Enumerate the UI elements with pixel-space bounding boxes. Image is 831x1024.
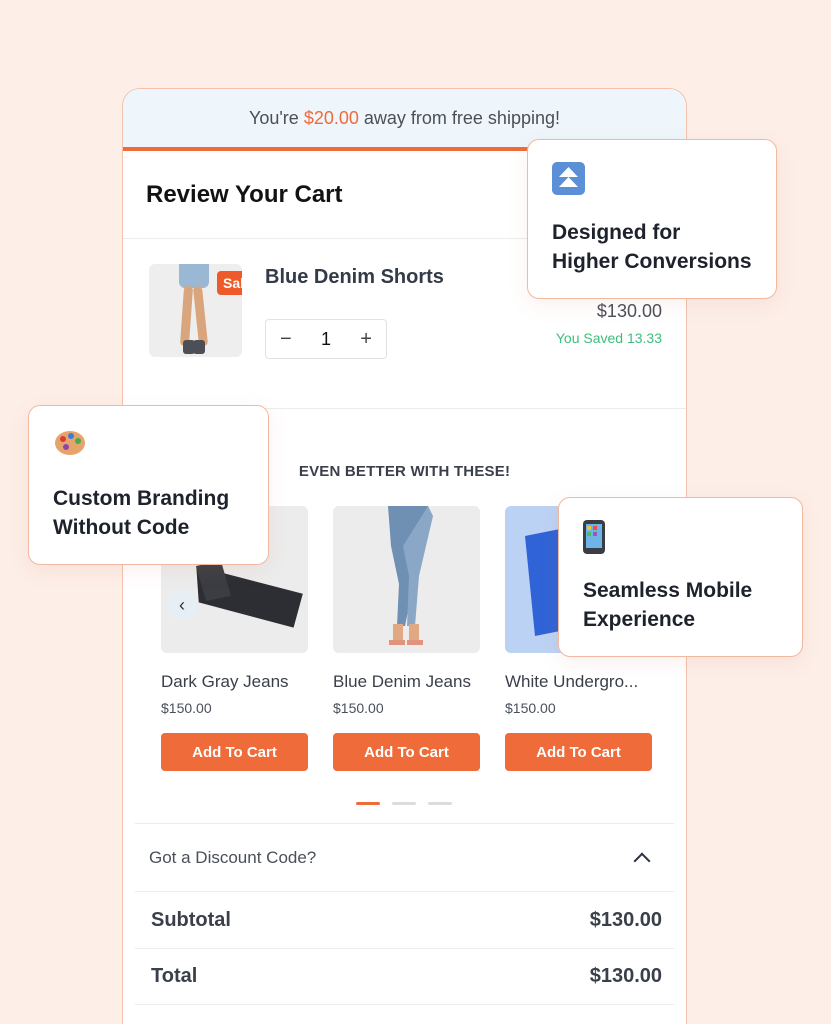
item-savings: You Saved 13.33 (555, 330, 662, 346)
boot-graphic (193, 340, 205, 354)
increment-button[interactable]: + (360, 329, 372, 349)
pagination-dot[interactable] (356, 802, 380, 805)
total-label: Total (151, 965, 198, 987)
chevron-left-icon: ‹ (179, 594, 185, 615)
feature-callout: Designed for Higher Conversions (527, 139, 777, 299)
product-price: $150.00 (505, 700, 556, 716)
quantity-value[interactable]: 1 (321, 329, 331, 350)
mobile-phone-icon (583, 520, 778, 556)
double-up-arrow-icon (552, 162, 752, 198)
feature-callout: Custom Branding Without Code (28, 405, 269, 565)
carousel-prev-button[interactable]: ‹ (167, 590, 197, 620)
subtotal-value: $130.00 (589, 909, 662, 931)
item-price: $130.00 (596, 301, 662, 321)
callout-line-2: Experience (583, 608, 696, 631)
quantity-stepper: − 1 + (265, 319, 387, 359)
callout-line-2: Without Code (53, 516, 190, 539)
leg-graphic (192, 285, 209, 347)
product-price: $150.00 (161, 700, 212, 716)
discount-code-toggle[interactable]: Got a Discount Code? (135, 823, 674, 892)
subtotal-row: Subtotal $130.00 (135, 893, 674, 949)
shipping-suffix: away from free shipping! (363, 107, 560, 128)
discount-label: Got a Discount Code? (149, 847, 317, 867)
callout-line-1: Designed for (552, 221, 681, 244)
item-name[interactable]: Blue Denim Shorts (265, 266, 444, 289)
pagination-dot[interactable] (428, 802, 452, 805)
shipping-remaining-amount: $20.00 (303, 107, 359, 128)
product-name[interactable]: Blue Denim Jeans (333, 672, 480, 692)
decrement-button[interactable]: − (280, 329, 292, 349)
cart-title: Review Your Cart (146, 180, 343, 208)
feature-callout: Seamless Mobile Experience (558, 497, 803, 657)
carousel-pagination (356, 802, 452, 805)
sale-badge: Sale! (217, 271, 242, 295)
palette-icon (53, 428, 244, 464)
subtotal-label: Subtotal (151, 909, 231, 931)
callout-line-2: Higher Conversions (552, 250, 752, 273)
add-to-cart-button[interactable]: Add To Cart (505, 733, 652, 771)
product-name[interactable]: White Undergro... (505, 672, 652, 692)
pagination-dot[interactable] (392, 802, 416, 805)
chevron-up-icon[interactable] (633, 852, 651, 869)
blue-jeans-graphic (333, 506, 480, 653)
product-price: $150.00 (333, 700, 384, 716)
add-to-cart-button[interactable]: Add To Cart (333, 733, 480, 771)
total-value: $130.00 (589, 965, 662, 987)
upsell-product-card: Blue Denim Jeans $150.00 Add To Cart (333, 506, 480, 771)
leg-graphic (179, 285, 194, 347)
shorts-graphic (179, 264, 209, 288)
product-thumbnail[interactable]: Sale! (149, 264, 242, 357)
total-row: Total $130.00 (135, 949, 674, 1005)
add-to-cart-button[interactable]: Add To Cart (161, 733, 308, 771)
callout-line-1: Custom Branding (53, 487, 230, 510)
product-name[interactable]: Dark Gray Jeans (161, 672, 308, 692)
product-image[interactable] (333, 506, 480, 653)
shipping-prefix: You're (249, 107, 299, 128)
callout-line-1: Seamless Mobile (583, 579, 753, 602)
